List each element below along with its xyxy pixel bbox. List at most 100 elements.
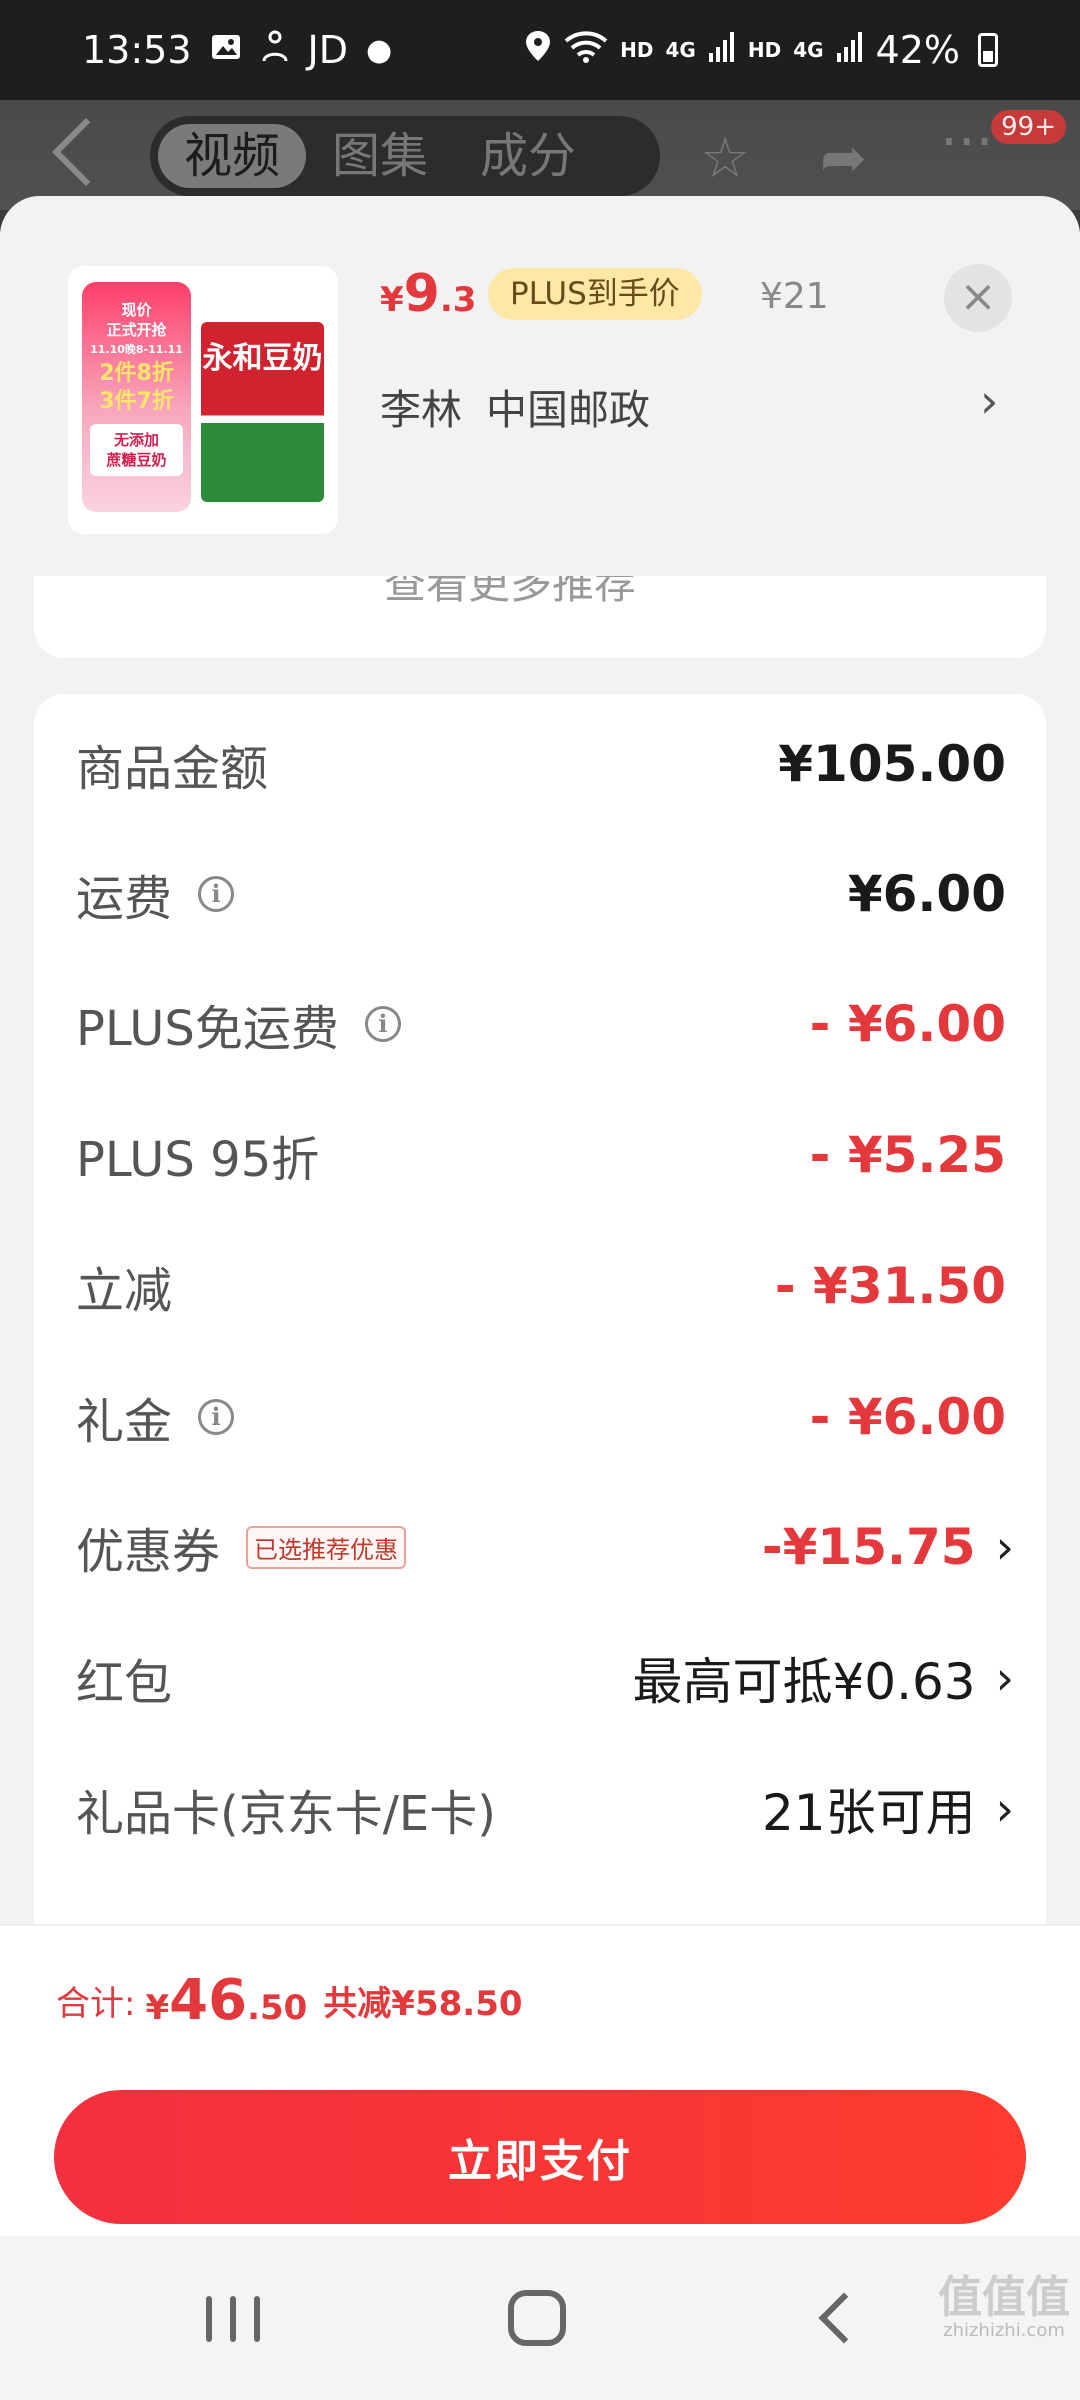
row-goods-amount: 商品金额 ¥105.00 (76, 714, 1006, 814)
more-icon[interactable]: ··· (940, 110, 993, 175)
product-summary: 现价 正式开抢 11.10晚8-11.11 2件8折 3件7折 无添加 蔗糖豆奶… (0, 196, 1080, 576)
row-label: 礼品卡(京东卡/E卡) (76, 1786, 496, 1842)
row-label: PLUS 95折 (76, 1132, 320, 1188)
status-time: 13:53 (82, 28, 192, 72)
total-amount: ¥46.50 (145, 1968, 307, 2033)
total-decimal: .50 (247, 1987, 308, 2028)
star-icon[interactable]: ☆ (700, 126, 750, 191)
row-value: - ¥6.00 (809, 1388, 1006, 1446)
row-label: 优惠券 (76, 1524, 221, 1580)
total-bar: 合计: ¥46.50 共减¥58.50 (0, 1924, 1080, 2074)
total-currency: ¥ (145, 1987, 170, 2028)
message-badge: 99+ (991, 110, 1066, 144)
signal-icon (708, 28, 736, 72)
row-plus-free-shipping: PLUS免运费 i - ¥6.00 (76, 974, 1006, 1074)
system-nav-bar: 值值值 zhizhizhi.com (0, 2236, 1080, 2400)
row-label: 商品金额 (76, 741, 269, 797)
current-price: ¥9.3 (380, 264, 476, 324)
row-label: 红包 (76, 1655, 173, 1711)
row-gift-money: 礼金 i - ¥6.00 (76, 1367, 1006, 1467)
row-value: ¥6.00 (847, 865, 1006, 923)
location-icon (524, 28, 552, 72)
media-tabs: 视频 图集 成分 (150, 116, 660, 196)
row-label: 礼金 (76, 1394, 173, 1450)
delivery-address[interactable]: 李林 中国邮政 (380, 376, 650, 436)
watermark-url: zhizhizhi.com (943, 2320, 1065, 2341)
watermark: 值值值 zhizhizhi.com (938, 2276, 1070, 2342)
watermark-text: 值值值 (938, 2272, 1070, 2323)
promo-line: 2件8折 (99, 361, 174, 386)
recent-apps-icon[interactable] (206, 2296, 260, 2342)
close-button[interactable]: × (944, 264, 1012, 332)
row-value: - ¥5.25 (809, 1126, 1006, 1184)
promo-line: 11.10晚8-11.11 (90, 343, 183, 356)
status-app-label: JD (307, 28, 348, 72)
chevron-right-icon[interactable]: › (996, 1782, 1014, 1836)
row-coupon[interactable]: 优惠券 已选推荐优惠 -¥15.75 › (76, 1497, 1014, 1597)
wifi-icon (564, 28, 608, 72)
status-net-hd: HD (620, 38, 654, 62)
price-decimal: .3 (439, 280, 477, 320)
info-icon[interactable]: i (364, 1006, 401, 1042)
row-label-group: 运费 i (76, 859, 235, 929)
signal-icon-2 (836, 28, 864, 72)
promo-box: 无添加 蔗糖豆奶 (90, 424, 184, 476)
row-label-group: PLUS免运费 i (76, 989, 401, 1059)
promo-line: 蔗糖豆奶 (106, 451, 167, 469)
row-red-packet[interactable]: 红包 最高可抵¥0.63 › (76, 1628, 1014, 1728)
chevron-right-icon[interactable]: › (980, 374, 998, 428)
price-integer: 9 (403, 264, 440, 324)
product-image[interactable]: 现价 正式开抢 11.10晚8-11.11 2件8折 3件7折 无添加 蔗糖豆奶… (68, 266, 338, 534)
plus-price-tag: PLUS到手价 (488, 268, 702, 320)
row-gift-card[interactable]: 礼品卡(京东卡/E卡) 21张可用 › (76, 1759, 1014, 1859)
row-value: - ¥6.00 (809, 995, 1006, 1053)
row-value: ¥105.00 (778, 735, 1006, 793)
battery-icon (978, 33, 998, 67)
promo-line: 现价 (121, 301, 152, 319)
home-icon[interactable] (508, 2290, 566, 2346)
row-label: PLUS免运费 (76, 1001, 339, 1057)
recipient-name: 李林 (380, 386, 462, 434)
total-label: 合计: (56, 1983, 136, 2024)
promo-poster: 现价 正式开抢 11.10晚8-11.11 2件8折 3件7折 无添加 蔗糖豆奶 (82, 282, 192, 512)
share-icon[interactable]: ➦ (820, 126, 867, 191)
chevron-right-icon[interactable]: › (996, 1520, 1014, 1574)
row-shipping: 运费 i ¥6.00 (76, 844, 1006, 944)
dot-icon: ● (365, 32, 393, 68)
row-plus-discount: PLUS 95折 - ¥5.25 (76, 1105, 1006, 1205)
price-currency: ¥ (380, 280, 404, 320)
pay-area: 立即支付 (0, 2074, 1080, 2236)
notification-app-icon (260, 28, 290, 72)
row-value: 21张可用 (761, 1784, 976, 1842)
row-label: 立减 (76, 1263, 173, 1319)
row-value: - ¥31.50 (774, 1257, 1006, 1315)
info-icon[interactable]: i (198, 1399, 235, 1435)
status-net-4g: 4G (665, 38, 696, 62)
chevron-right-icon[interactable]: › (996, 1651, 1014, 1705)
promo-line: 3件7折 (99, 389, 174, 414)
battery-percent: 42% (875, 28, 960, 72)
row-value-group: 最高可抵¥0.63 › (632, 1642, 1014, 1714)
status-bar: 13:53 JD ● HD 4G HD 4G 42% (0, 0, 1080, 100)
more-recommend-link[interactable]: 查看更多推荐 (384, 576, 636, 611)
tab-gallery[interactable]: 图集 (306, 124, 454, 188)
product-page-header: 视频 图集 成分 ☆ ➦ ··· 99+ (0, 100, 1080, 210)
info-icon[interactable]: i (198, 876, 235, 912)
address-text: 中国邮政 (486, 386, 650, 434)
soy-milk-bag: 永和豆奶 (201, 322, 324, 502)
row-label: 运费 (76, 871, 173, 927)
promo-line: 正式开抢 (106, 321, 167, 339)
gallery-icon (210, 28, 242, 72)
row-label-group: 优惠券 已选推荐优惠 (76, 1512, 407, 1582)
tab-ingredients[interactable]: 成分 (454, 124, 602, 188)
row-instant-discount: 立减 - ¥31.50 (76, 1236, 1006, 1336)
status-net-4g-2: 4G (793, 38, 824, 62)
recommend-card: 查看更多推荐 (34, 576, 1046, 658)
row-value-group: 21张可用 › (761, 1773, 1014, 1845)
back-icon[interactable] (52, 118, 120, 186)
pay-now-button[interactable]: 立即支付 (54, 2090, 1026, 2224)
total-saved: 共减¥58.50 (323, 1983, 523, 2024)
status-net-hd-2: HD (747, 38, 782, 62)
back-nav-icon[interactable] (818, 2292, 870, 2344)
tab-video[interactable]: 视频 (158, 124, 307, 188)
